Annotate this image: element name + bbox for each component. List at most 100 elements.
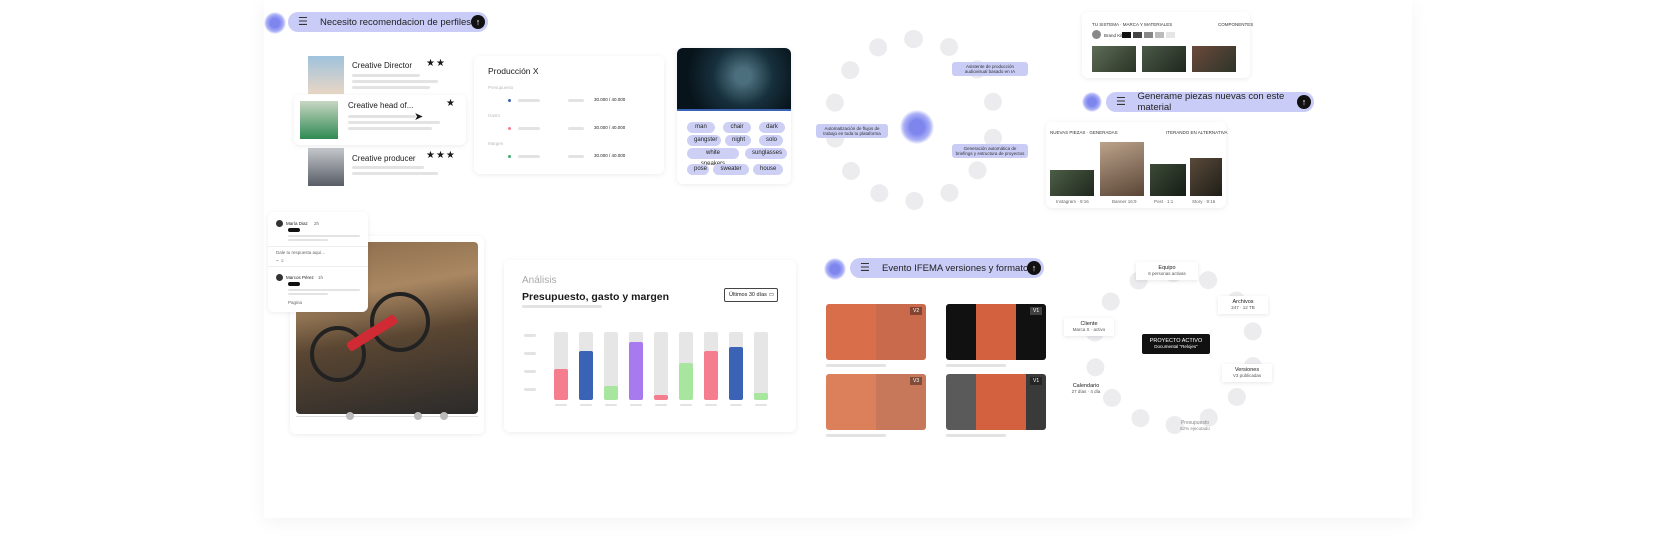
- send-arrow-icon[interactable]: ↑: [1297, 95, 1311, 109]
- brand-logo: [1092, 30, 1101, 39]
- bar-value[interactable]: [579, 351, 593, 400]
- attach-icon[interactable]: ⌁ ☺: [276, 258, 285, 264]
- project-center[interactable]: PROYECTO ACTIVO Documental "Relojes": [1142, 334, 1210, 354]
- axis-label: [524, 334, 536, 337]
- bar-value[interactable]: [754, 393, 768, 400]
- comments-panel[interactable]: María Diaz 2h Dale tu respuesta aquí... …: [268, 212, 368, 312]
- ai-orb-icon: [264, 12, 286, 34]
- tag-chip[interactable]: solo: [759, 135, 783, 146]
- tag-chip[interactable]: dark: [759, 122, 785, 133]
- timeline-marker[interactable]: [414, 412, 422, 420]
- status-dot: [508, 155, 511, 158]
- generated-label: Post · 1:1: [1154, 199, 1174, 204]
- date-range-label: Últimos 30 días: [729, 292, 767, 298]
- generated-thumb[interactable]: [1150, 164, 1186, 196]
- bar-value[interactable]: [604, 386, 618, 400]
- material-thumb[interactable]: [1142, 46, 1186, 72]
- comment-reply-hint[interactable]: Dale tu respuesta aquí...: [276, 250, 325, 255]
- bar-label: [555, 404, 567, 406]
- cursor-icon: ➤: [414, 111, 424, 123]
- sliders-icon: ☰: [1116, 95, 1126, 108]
- comment-reply[interactable]: Pagina: [288, 300, 302, 305]
- date-range-select[interactable]: Últimos 30 días ▭: [724, 288, 778, 302]
- graph-node-top: Asistente de producción audiovisual basa…: [952, 62, 1028, 76]
- bar-label: [730, 404, 742, 406]
- map-node-presupuesto[interactable]: Presupuesto 62% ejecutado: [1168, 420, 1222, 436]
- comment-text: [288, 289, 360, 291]
- bar-value[interactable]: [704, 351, 718, 400]
- bar-value[interactable]: [679, 363, 693, 400]
- map-node-calendario[interactable]: Calendario 27 días · 4 día: [1060, 380, 1112, 398]
- video-thumbnail[interactable]: [677, 48, 791, 110]
- map-node-cliente[interactable]: Cliente Marca X · activo: [1064, 318, 1114, 336]
- bar-value[interactable]: [629, 342, 643, 400]
- showcase-canvas: ☰ Necesito recomendacion de perfiles ↑ C…: [264, 0, 1412, 518]
- timeline-marker[interactable]: [346, 412, 354, 420]
- swatch: [1166, 32, 1175, 38]
- bar-value[interactable]: [654, 395, 668, 400]
- tag-chip[interactable]: gangster: [687, 135, 721, 146]
- tag-chip[interactable]: sweater: [713, 164, 749, 175]
- caption-placeholder: [946, 434, 1006, 437]
- bike-wheel-icon: [310, 326, 366, 382]
- comment-author: Marcos Pérez: [286, 275, 314, 280]
- map-node-equipo[interactable]: Equipo 6 personas activas: [1136, 262, 1198, 280]
- row-placeholder: [518, 127, 540, 130]
- status-badge: [288, 228, 300, 232]
- material-thumb[interactable]: [1192, 46, 1236, 72]
- bar-label: [655, 404, 667, 406]
- profile-avatar: [308, 56, 344, 94]
- avatar: [276, 220, 283, 227]
- profile-title: Creative Director: [352, 61, 413, 70]
- profile-card-highlighted[interactable]: Creative head of... ★ ➤: [294, 95, 466, 145]
- tag-chip[interactable]: chair: [723, 122, 751, 133]
- row-placeholder: [518, 99, 540, 102]
- send-arrow-icon[interactable]: ↑: [471, 15, 485, 29]
- swatch: [1144, 32, 1153, 38]
- timeline-marker[interactable]: [440, 412, 448, 420]
- production-row-label: Presupuesto: [488, 85, 514, 90]
- status-badge: [288, 282, 300, 286]
- bar-value[interactable]: [729, 347, 743, 400]
- brand-panel-right: COMPONENTES: [1218, 22, 1254, 27]
- tag-chip[interactable]: man: [687, 122, 715, 133]
- bar-label: [605, 404, 617, 406]
- version-badge: V2: [910, 307, 923, 315]
- tag-chip[interactable]: house: [753, 164, 783, 175]
- tag-chip[interactable]: white sneakers: [687, 148, 739, 167]
- production-card[interactable]: Producción X Presupuesto Gasto Margen 30…: [474, 56, 664, 174]
- caption-placeholder: [946, 364, 1006, 367]
- tag-chip[interactable]: sunglasses: [745, 148, 787, 159]
- map-node-versiones[interactable]: Versiones V3 publicadas: [1222, 364, 1272, 382]
- caption-placeholder: [826, 364, 886, 367]
- generated-thumb[interactable]: [1050, 170, 1094, 196]
- bar-value[interactable]: [554, 369, 568, 400]
- timeline-bar[interactable]: [296, 416, 478, 417]
- version-badge: V1: [1030, 377, 1043, 385]
- prompt-event[interactable]: ☰ Evento IFEMA versiones y formatos ↑: [850, 258, 1044, 278]
- video-progress[interactable]: [677, 109, 791, 111]
- analysis-card[interactable]: Análisis Presupuesto, gasto y margen Últ…: [504, 260, 796, 432]
- prompt-generate[interactable]: ☰ Generame piezas nuevas con este materi…: [1106, 91, 1314, 113]
- brand-panel-title: TU SISTEMA · MARCA Y MATERIALES: [1092, 22, 1173, 27]
- generated-thumb[interactable]: [1190, 158, 1222, 196]
- generated-thumb[interactable]: [1100, 142, 1144, 196]
- text-placeholder: [348, 127, 432, 130]
- video-tags-card[interactable]: man chair dark gangster night solo white…: [677, 48, 791, 184]
- version-badge: V3: [910, 377, 923, 385]
- bar-label: [755, 404, 767, 406]
- sliders-icon: ☰: [298, 15, 308, 28]
- material-thumb[interactable]: [1092, 46, 1136, 72]
- text-placeholder: [352, 80, 438, 83]
- map-node-archivos[interactable]: Archivos 247 · 12 TB: [1218, 296, 1268, 314]
- brand-kit-panel[interactable]: TU SISTEMA · MARCA Y MATERIALES COMPONEN…: [1082, 12, 1254, 78]
- prompt-profiles[interactable]: ☰ Necesito recomendacion de perfiles ↑: [288, 12, 488, 32]
- generated-pieces-panel[interactable]: NUEVAS PIEZAS · GENERADAS ITERANDO EN AL…: [1046, 122, 1228, 208]
- tag-chip[interactable]: pose: [687, 164, 709, 175]
- version-badge: V1: [1030, 307, 1043, 315]
- sliders-icon: ☰: [860, 261, 870, 274]
- tag-chip[interactable]: night: [725, 135, 751, 146]
- send-arrow-icon[interactable]: ↑: [1027, 261, 1041, 275]
- ai-orb-icon: [900, 110, 934, 144]
- divider: [268, 266, 368, 267]
